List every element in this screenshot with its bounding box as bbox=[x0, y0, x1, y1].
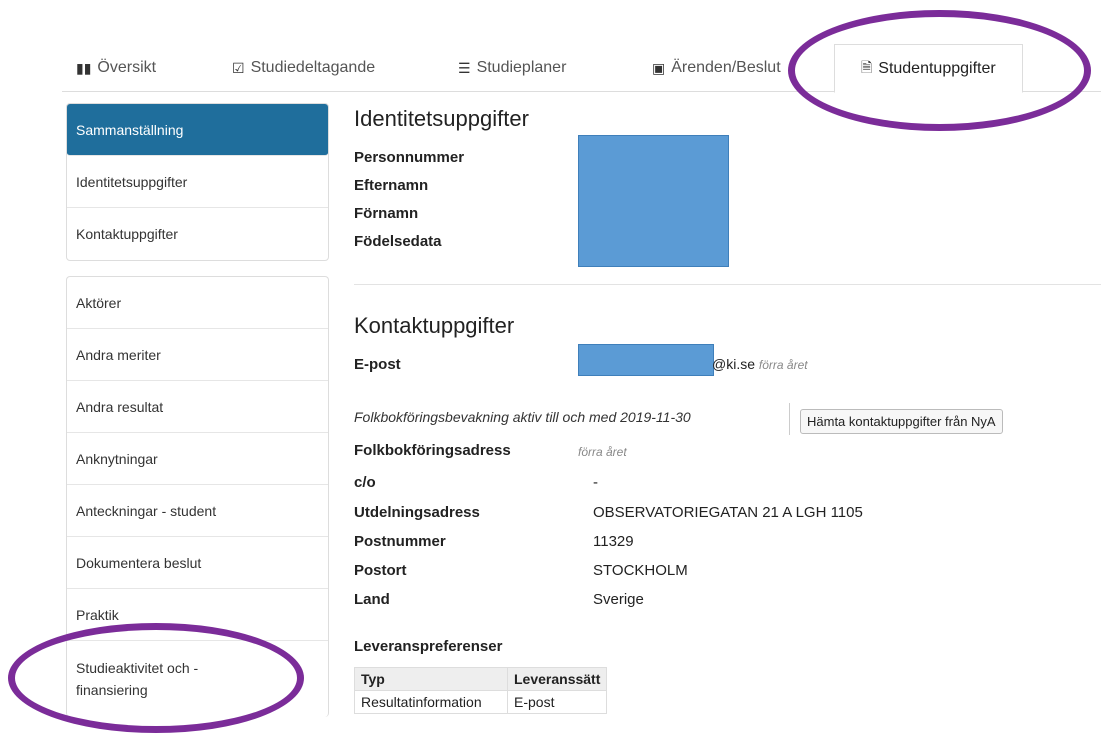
identity-heading: Identitetsuppgifter bbox=[354, 106, 529, 131]
sidebar-item-identitetsuppgifter[interactable]: Identitetsuppgifter bbox=[67, 156, 328, 208]
tab-label: Studiedeltagande bbox=[250, 59, 376, 76]
tab-arenden-beslut[interactable]: ▣ Ärenden/Beslut bbox=[652, 45, 781, 91]
sidebar-group-summary: Sammanställning Identitetsuppgifter Kont… bbox=[66, 103, 329, 261]
tab-label: Ärenden/Beslut bbox=[671, 59, 781, 76]
delivery-heading: Leveranspreferenser bbox=[354, 638, 503, 655]
tab-studentuppgifter[interactable]: 🗎 Studentuppgifter bbox=[834, 44, 1023, 93]
sidebar-item-dokumentera-beslut[interactable]: Dokumentera beslut bbox=[67, 537, 328, 589]
fodelsedata-label: Födelsedata bbox=[354, 233, 442, 250]
tab-label: Studentuppgifter bbox=[878, 59, 996, 77]
utdelningsadress-label: Utdelningsadress bbox=[354, 504, 480, 521]
bevakning-text: Folkbokföringsbevakning aktiv till och m… bbox=[354, 409, 691, 425]
table-header-row: Typ Leveranssätt bbox=[354, 667, 608, 691]
postort-label: Postort bbox=[354, 562, 407, 579]
table-row: Resultatinformation E-post bbox=[354, 690, 608, 714]
co-label: c/o bbox=[354, 474, 376, 491]
sidebar-group-other: Aktörer Andra meriter Andra resultat Ank… bbox=[66, 276, 329, 717]
fetch-contact-button[interactable]: Hämta kontaktuppgifter från NyA bbox=[800, 409, 1003, 434]
document-icon: 🗎 bbox=[861, 58, 873, 75]
table-header: Typ bbox=[354, 667, 508, 691]
check-square-icon: ☑ bbox=[232, 59, 245, 76]
sidebar-item-anknytningar[interactable]: Anknytningar bbox=[67, 433, 328, 485]
table-cell: Resultatinformation bbox=[354, 690, 508, 714]
personnummer-label: Personnummer bbox=[354, 149, 465, 166]
utdelningsadress-value: OBSERVATORIEGATAN 21 A LGH 1105 bbox=[593, 504, 863, 521]
map-icon: ▮▮ bbox=[76, 59, 92, 76]
redacted-email-block bbox=[578, 344, 714, 376]
tab-label: Studieplaner bbox=[476, 59, 567, 76]
co-value: - bbox=[593, 474, 598, 491]
tab-label: Översikt bbox=[97, 59, 157, 76]
email-label: E-post bbox=[354, 356, 401, 373]
separator bbox=[789, 403, 790, 435]
tab-oversikt[interactable]: ▮▮ Översikt bbox=[76, 45, 156, 91]
sidebar-item-studieaktivitet[interactable]: Studieaktivitet och -finansiering bbox=[67, 641, 217, 717]
sidebar-item-andra-resultat[interactable]: Andra resultat bbox=[67, 381, 328, 433]
sidebar-item-praktik[interactable]: Praktik bbox=[67, 589, 328, 641]
sidebar-item-andra-meriter[interactable]: Andra meriter bbox=[67, 329, 328, 381]
tab-bar: ▮▮ Översikt ☑ Studiedeltagande ☰ Studiep… bbox=[62, 44, 1101, 93]
sidebar-item-anteckningar[interactable]: Anteckningar - student bbox=[67, 485, 328, 537]
land-value: Sverige bbox=[593, 591, 644, 608]
inbox-icon: ▣ bbox=[652, 59, 666, 76]
sidebar-item-kontaktuppgifter[interactable]: Kontaktuppgifter bbox=[67, 208, 328, 260]
address-label: Folkbokföringsadress bbox=[354, 442, 511, 459]
list-icon: ☰ bbox=[458, 59, 471, 76]
email-value: @ki.se förra året bbox=[712, 356, 808, 372]
postnummer-label: Postnummer bbox=[354, 533, 446, 550]
email-note: förra året bbox=[758, 358, 808, 372]
fornamn-label: Förnamn bbox=[354, 205, 419, 222]
postort-value: STOCKHOLM bbox=[593, 562, 688, 579]
section-divider bbox=[354, 284, 1101, 285]
tab-studiedeltagande[interactable]: ☑ Studiedeltagande bbox=[232, 45, 375, 91]
email-domain: @ki.se bbox=[712, 356, 755, 372]
address-note: förra året bbox=[578, 445, 627, 459]
postnummer-value: 11329 bbox=[593, 533, 634, 550]
table-header: Leveranssätt bbox=[506, 667, 608, 691]
tab-studieplaner[interactable]: ☰ Studieplaner bbox=[458, 45, 566, 91]
sidebar-item-aktorer[interactable]: Aktörer bbox=[67, 277, 328, 329]
contact-heading: Kontaktuppgifter bbox=[354, 313, 515, 338]
sidebar-item-sammanstallning[interactable]: Sammanställning bbox=[67, 104, 328, 156]
efternamn-label: Efternamn bbox=[354, 177, 429, 194]
table-cell: E-post bbox=[506, 690, 608, 714]
land-label: Land bbox=[354, 591, 390, 608]
redacted-identity-block bbox=[578, 135, 729, 267]
delivery-table: Typ Leveranssätt Resultatinformation E-p… bbox=[354, 667, 608, 714]
